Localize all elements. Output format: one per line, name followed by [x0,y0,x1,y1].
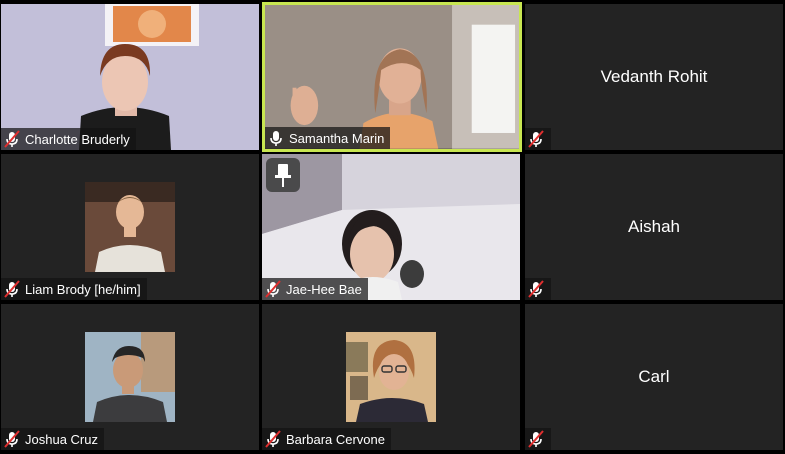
participant-tile-jae-hee[interactable]: Jae-Hee Bae [262,154,520,300]
mic-muted-icon [528,130,544,148]
participant-tile-aishah[interactable]: Aishah [525,154,783,300]
participant-video [346,332,436,422]
participant-name-label: Jae-Hee Bae [262,278,368,300]
participant-status-label [525,128,551,150]
mic-muted-icon [528,430,544,448]
participant-name-display: Aishah [628,217,680,236]
mic-muted-icon [4,280,20,298]
participant-name: Joshua Cruz [25,431,98,447]
participant-name: Barbara Cervone [286,431,385,447]
participant-tile-liam[interactable]: Liam Brody [he/him] [1,154,259,300]
participant-name: Jae-Hee Bae [286,281,362,297]
participant-tile-charlotte[interactable]: Charlotte Bruderly [1,4,259,150]
mic-icon [270,131,282,146]
participant-name-display: Vedanth Rohit [600,67,708,86]
participant-name-label: Samantha Marin [265,127,391,149]
mic-muted-icon [4,130,20,148]
mic-muted-icon [265,280,281,298]
participant-name-label: Joshua Cruz [1,428,104,450]
participant-status-label [525,428,551,450]
participant-name: Liam Brody [he/him] [25,281,141,297]
participant-name-label: Barbara Cervone [262,428,391,450]
participant-name: Charlotte Bruderly [25,131,130,147]
mic-muted-icon [528,280,544,298]
participant-status-label [525,278,551,300]
participant-tile-barbara[interactable]: Barbara Cervone [262,304,520,450]
participant-video [85,332,175,422]
mic-muted-icon [4,430,20,448]
participant-name-label: Charlotte Bruderly [1,128,136,150]
participant-name: Samantha Marin [289,130,385,146]
participant-tile-joshua[interactable]: Joshua Cruz [1,304,259,450]
participant-video [85,182,175,272]
participant-tile-samantha[interactable]: Samantha Marin [262,2,522,152]
pin-icon [275,164,291,187]
mic-muted-icon [265,430,281,448]
participant-name-label: Liam Brody [he/him] [1,278,147,300]
participant-tile-vedanth[interactable]: Vedanth Rohit [525,4,783,150]
participant-tile-carl[interactable]: Carl [525,304,783,450]
pin-button[interactable] [266,158,300,192]
participant-name-display: Carl [638,367,670,386]
